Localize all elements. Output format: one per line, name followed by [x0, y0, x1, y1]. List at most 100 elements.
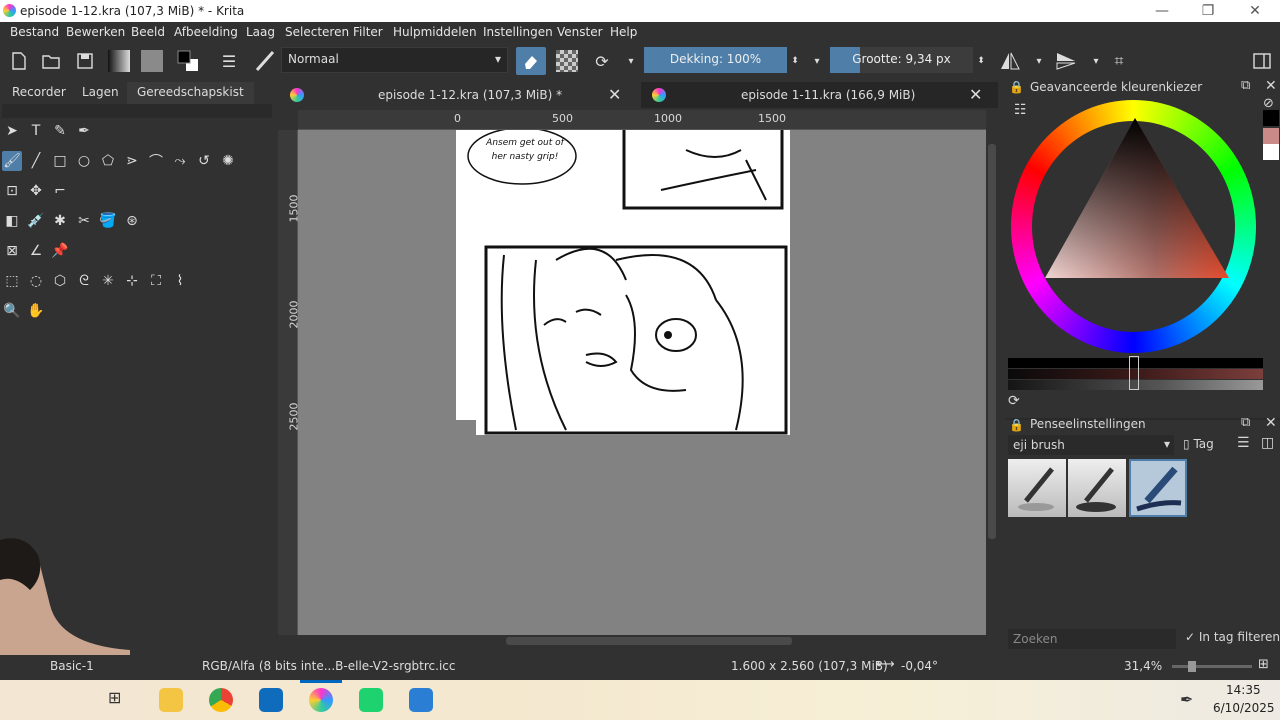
freehand-path-icon[interactable]: ⤳: [170, 151, 190, 171]
similar-select-icon[interactable]: ⊹: [122, 271, 142, 291]
close-tab-icon[interactable]: ✕: [608, 85, 621, 104]
scrollbar-thumb[interactable]: [988, 144, 996, 539]
brush-preset-2[interactable]: [1068, 459, 1126, 517]
swatch-white[interactable]: [1263, 144, 1279, 160]
move-tool-icon[interactable]: ✥: [26, 181, 46, 201]
mirror-vertical-icon[interactable]: [1055, 50, 1077, 72]
smart-patch-icon[interactable]: ✱: [50, 211, 70, 231]
zoom-slider[interactable]: [1172, 661, 1252, 672]
doc-tab-active[interactable]: episode 1-12.kra (107,3 MiB) * ✕: [280, 82, 638, 108]
tab-gereedschapskist[interactable]: Gereedschapskist: [127, 82, 254, 104]
comic-page[interactable]: [456, 130, 790, 435]
settings-list-icon[interactable]: ☷: [1014, 102, 1027, 118]
zoom-tool-icon[interactable]: 🔍: [2, 301, 22, 321]
menu-venster[interactable]: Venster: [557, 25, 603, 39]
vertical-scrollbar[interactable]: [986, 130, 998, 635]
preset-tag-select[interactable]: eji brush ▾: [1008, 435, 1174, 455]
tab-lagen[interactable]: Lagen: [72, 82, 129, 104]
brush-preset-1[interactable]: [1008, 459, 1066, 517]
polygon-select-icon[interactable]: ⬡: [50, 271, 70, 291]
zoom-slider-handle[interactable]: [1188, 661, 1196, 672]
task-view-icon[interactable]: ⊞: [108, 688, 132, 712]
open-folder-icon[interactable]: [40, 50, 62, 72]
rectangle-tool-icon[interactable]: □: [50, 151, 70, 171]
reference-image-icon[interactable]: 📌: [50, 241, 70, 261]
measure-tool-icon[interactable]: ∠: [26, 241, 46, 261]
reload-dropdown-icon[interactable]: ▾: [620, 50, 642, 72]
outlook-icon[interactable]: [259, 688, 283, 712]
messenger-icon[interactable]: [359, 688, 383, 712]
fit-view-icon[interactable]: ⊞: [1258, 657, 1269, 672]
alpha-lock-icon[interactable]: [556, 50, 578, 72]
eraser-mode-icon[interactable]: [516, 47, 546, 75]
preset-search-input[interactable]: Zoeken: [1008, 629, 1176, 649]
tag-button[interactable]: ▯ Tag: [1183, 437, 1214, 451]
swatch-rose[interactable]: [1263, 128, 1279, 144]
opacity-spin-icon[interactable]: ⬍: [788, 50, 802, 72]
blend-mode-select[interactable]: Normaal ▾: [281, 47, 508, 73]
menu-instellingen[interactable]: Instellingen: [483, 25, 553, 39]
pen-icon[interactable]: ✒: [1180, 690, 1193, 709]
fill-tool-icon[interactable]: 🪣: [98, 211, 118, 231]
pan-tool-icon[interactable]: ✋: [26, 301, 46, 321]
new-document-icon[interactable]: [8, 50, 30, 72]
doc-tab-inactive[interactable]: episode 1-11.kra (166,9 MiB) ✕: [641, 82, 998, 108]
brush-preset-3-selected[interactable]: [1129, 459, 1187, 517]
close-docker-icon[interactable]: ✕: [1265, 78, 1277, 94]
crop-tool-icon[interactable]: ⊡: [2, 181, 22, 201]
calligraphy-icon[interactable]: ✒: [74, 121, 94, 141]
magnetic-select-icon[interactable]: ⌇: [170, 271, 190, 291]
canvas-viewport[interactable]: Ansem get out of her nasty grip!: [298, 130, 986, 635]
close-window-button[interactable]: ✕: [1243, 3, 1267, 19]
lock-icon[interactable]: 🔒: [1009, 80, 1024, 94]
color-triangle[interactable]: [1043, 116, 1233, 281]
filter-in-tag-checkbox[interactable]: ✓ In tag filteren: [1185, 630, 1280, 644]
fg-bg-color-icon[interactable]: [176, 50, 198, 72]
enclose-fill-icon[interactable]: ⊛: [122, 211, 142, 231]
photos-icon[interactable]: [409, 688, 433, 712]
reload-preset-icon[interactable]: ⟳: [591, 50, 613, 72]
pattern-icon[interactable]: [141, 50, 163, 72]
opacity-slider[interactable]: Dekking: 100%: [644, 47, 787, 73]
line-tool-icon[interactable]: ╱: [26, 151, 46, 171]
ellipse-tool-icon[interactable]: ○: [74, 151, 94, 171]
text-tool-icon[interactable]: T: [26, 121, 46, 141]
menu-bestand[interactable]: Bestand: [10, 25, 59, 39]
mirror-horizontal-icon[interactable]: [999, 50, 1021, 72]
ellipse-select-icon[interactable]: ◌: [26, 271, 46, 291]
size-slider[interactable]: Grootte: 9,34 px: [830, 47, 973, 73]
scrollbar-thumb[interactable]: [506, 637, 792, 645]
save-icon[interactable]: [74, 50, 96, 72]
wrap-around-icon[interactable]: ⌗: [1108, 50, 1130, 72]
mirror-v-dropdown-icon[interactable]: ▾: [1085, 50, 1107, 72]
file-explorer-icon[interactable]: [159, 688, 183, 712]
freehand-brush-icon[interactable]: 🖌: [2, 151, 22, 171]
close-docker-icon[interactable]: ✕: [1265, 415, 1277, 431]
bezier-tool-icon[interactable]: ⌒: [146, 151, 166, 171]
polygon-tool-icon[interactable]: ⬠: [98, 151, 118, 171]
menu-filter[interactable]: Filter: [353, 25, 383, 39]
color-picker-icon[interactable]: 💉: [26, 211, 46, 231]
opacity-dropdown-icon[interactable]: ▾: [806, 50, 828, 72]
transform-tool-icon[interactable]: ⌐: [50, 181, 70, 201]
select-shapes-icon[interactable]: ➤: [2, 121, 22, 141]
size-spin-icon[interactable]: ⬍: [974, 50, 988, 72]
menu-bewerken[interactable]: Bewerken: [66, 25, 125, 39]
refresh-icon[interactable]: ⟳: [1008, 393, 1020, 409]
menu-selecteren[interactable]: Selecteren: [285, 25, 349, 39]
krita-taskbar-icon[interactable]: [309, 688, 333, 712]
menu-beeld[interactable]: Beeld: [131, 25, 165, 39]
menu-afbeelding[interactable]: Afbeelding: [174, 25, 238, 39]
brush-presets-icon[interactable]: ☰: [218, 50, 240, 72]
edit-shapes-icon[interactable]: ✎: [50, 121, 70, 141]
bezier-select-icon[interactable]: ⛶: [146, 271, 166, 291]
lock-icon[interactable]: 🔒: [1009, 418, 1024, 432]
swatch-black[interactable]: [1263, 110, 1279, 126]
rotation-icon[interactable]: ⟷: [876, 657, 895, 672]
float-icon[interactable]: ⧉: [1241, 415, 1250, 430]
gradient-icon[interactable]: [108, 50, 130, 72]
menu-icon[interactable]: ☰: [1237, 435, 1250, 451]
polyline-tool-icon[interactable]: ⋗: [122, 151, 142, 171]
restore-button[interactable]: ❐: [1196, 3, 1220, 19]
shade-selector-handle[interactable]: [1129, 356, 1139, 390]
